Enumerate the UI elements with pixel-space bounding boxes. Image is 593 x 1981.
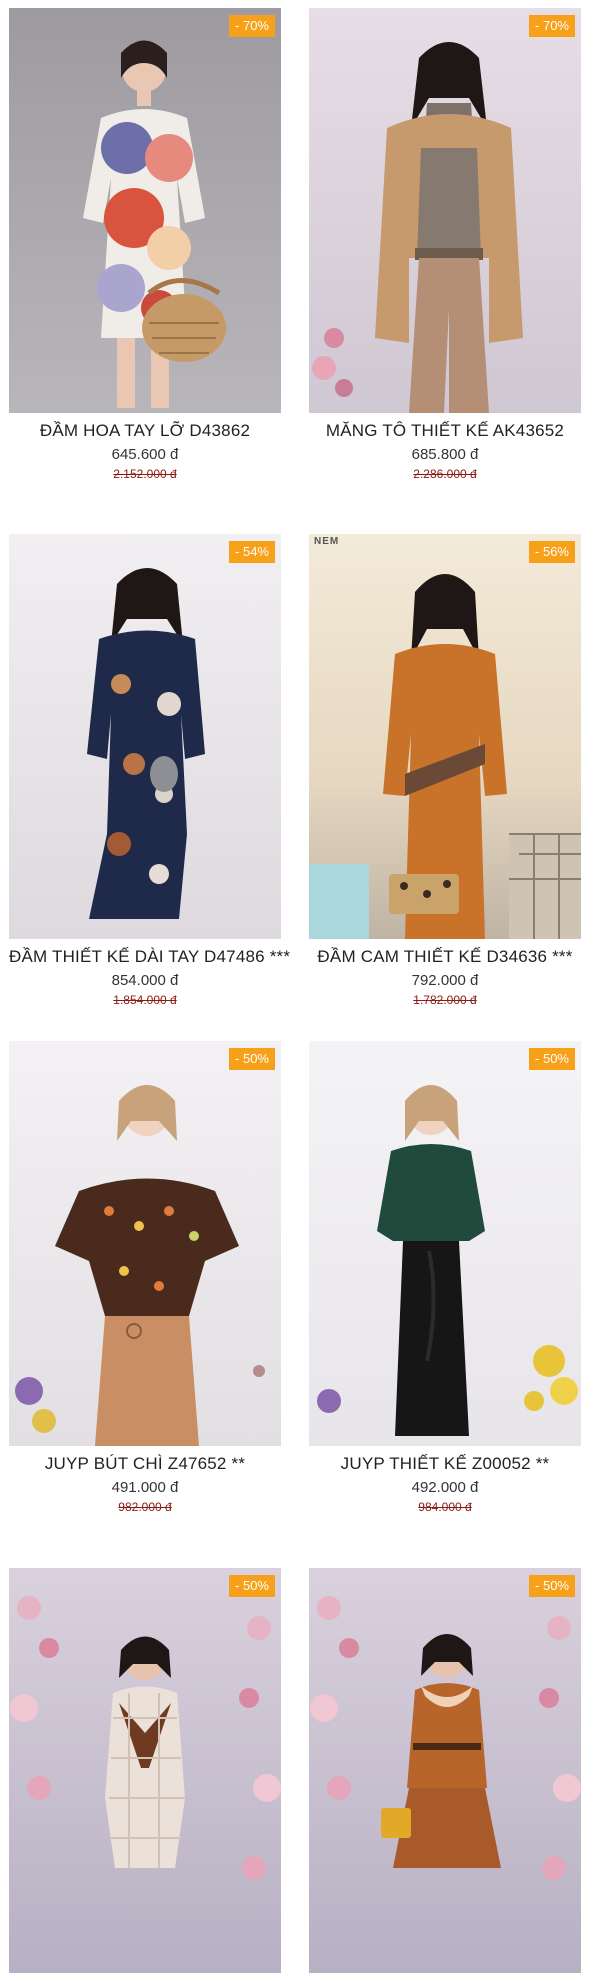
product-old-price: 984.000 đ bbox=[418, 1500, 472, 1514]
product-price: 645.600 đ bbox=[111, 446, 179, 463]
product-card[interactable]: - 50% bbox=[309, 1568, 581, 1981]
product-name[interactable]: ĐẦM HOA TAY LỠ D43862 bbox=[9, 421, 281, 441]
product-image[interactable]: - 50% bbox=[309, 1041, 581, 1446]
discount-badge: - 70% bbox=[529, 15, 575, 37]
product-card[interactable]: - 54% ĐẦM THIẾT KẾ DÀI TAY D47486 *** 85… bbox=[9, 534, 290, 1007]
discount-badge: - 50% bbox=[529, 1575, 575, 1597]
product-price: 854.000 đ bbox=[111, 972, 179, 989]
brand-logo: NEM bbox=[314, 536, 340, 547]
discount-badge: - 50% bbox=[229, 1048, 275, 1070]
product-image[interactable]: - 50% bbox=[9, 1568, 281, 1973]
product-price: 492.000 đ bbox=[411, 1479, 479, 1496]
product-old-price: 2.286.000 đ bbox=[413, 467, 477, 481]
discount-badge: - 50% bbox=[229, 1575, 275, 1597]
product-grid: - 70% ĐẦM HOA TAY LỠ D43862 645.600 đ 2.… bbox=[0, 0, 593, 1973]
product-price: 491.000 đ bbox=[111, 1479, 179, 1496]
product-price: 792.000 đ bbox=[411, 972, 479, 989]
product-card[interactable]: - 70% ĐẦM HOA TAY LỠ D43862 645.600 đ 2.… bbox=[9, 8, 281, 481]
discount-badge: - 54% bbox=[229, 541, 275, 563]
product-old-price: 1.854.000 đ bbox=[113, 993, 177, 1007]
product-name[interactable]: ĐẦM THIẾT KẾ DÀI TAY D47486 *** bbox=[9, 947, 290, 967]
discount-badge: - 70% bbox=[229, 15, 275, 37]
product-old-price: 982.000 đ bbox=[118, 1500, 172, 1514]
product-name[interactable]: ĐẦM CAM THIẾT KẾ D34636 *** bbox=[309, 947, 581, 967]
product-card[interactable]: - 50% bbox=[9, 1568, 281, 1981]
product-card[interactable]: - 50% JUYP THIẾT KẾ Z00052 ** 492.000 đ … bbox=[309, 1041, 581, 1514]
discount-badge: - 50% bbox=[529, 1048, 575, 1070]
product-card[interactable]: - 50% JUYP BÚT CHÌ Z47652 ** 491.000 đ 9… bbox=[9, 1041, 281, 1514]
product-image[interactable]: - 54% bbox=[9, 534, 281, 939]
discount-badge: - 56% bbox=[529, 541, 575, 563]
product-old-price: 1.782.000 đ bbox=[413, 993, 477, 1007]
product-old-price: 2.152.000 đ bbox=[113, 467, 177, 481]
product-name[interactable]: JUYP BÚT CHÌ Z47652 ** bbox=[9, 1454, 281, 1474]
product-name[interactable]: JUYP THIẾT KẾ Z00052 ** bbox=[309, 1454, 581, 1474]
product-image[interactable]: - 50% bbox=[309, 1568, 581, 1973]
product-name[interactable]: MĂNG TÔ THIẾT KẾ AK43652 bbox=[309, 421, 581, 441]
product-image[interactable]: - 70% bbox=[309, 8, 581, 413]
product-image[interactable]: - 50% bbox=[9, 1041, 281, 1446]
product-image[interactable]: NEM - 56% bbox=[309, 534, 581, 939]
product-image[interactable]: - 70% bbox=[9, 8, 281, 413]
product-card[interactable]: - 70% MĂNG TÔ THIẾT KẾ AK43652 685.800 đ… bbox=[309, 8, 581, 481]
product-card[interactable]: NEM - 56% ĐẦM CAM THIẾT KẾ D34636 *** 79… bbox=[309, 534, 581, 1007]
product-price: 685.800 đ bbox=[411, 446, 479, 463]
